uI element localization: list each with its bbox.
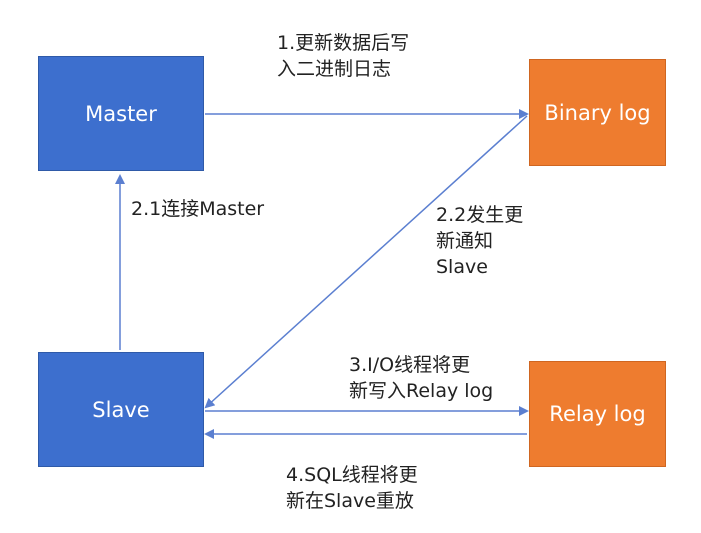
- slave-label: Slave: [92, 397, 150, 422]
- step2-2-line3: Slave: [436, 256, 488, 278]
- step3-label: 3.I/O线程将更 新写入Relay log: [349, 352, 493, 404]
- relay-log-node: Relay log: [529, 361, 666, 467]
- step4-line2: 新在Slave重放: [286, 490, 414, 512]
- step1-line2: 入二进制日志: [277, 58, 392, 80]
- slave-node: Slave: [38, 352, 204, 467]
- step4-line1: 4.SQL线程将更: [286, 464, 418, 486]
- binary-log-label: Binary log: [544, 100, 651, 125]
- step3-line2: 新写入Relay log: [349, 380, 494, 402]
- step4-label: 4.SQL线程将更 新在Slave重放: [286, 462, 418, 514]
- step1-label: 1.更新数据后写 入二进制日志: [277, 30, 409, 82]
- master-label: Master: [85, 101, 157, 126]
- step2-1-label: 2.1连接Master: [131, 196, 264, 222]
- replication-diagram: Master Slave Binary log Relay log 1.更新数据…: [0, 0, 701, 533]
- step2-1-line1: 2.1连接Master: [131, 198, 265, 220]
- step2-2-line2: 新通知: [436, 230, 494, 252]
- master-node: Master: [38, 56, 204, 171]
- relay-log-label: Relay log: [549, 402, 646, 426]
- step3-line1: 3.I/O线程将更: [349, 354, 471, 376]
- step2-2-line1: 2.2发生更: [436, 204, 524, 226]
- step2-2-label: 2.2发生更 新通知 Slave: [436, 202, 523, 280]
- binary-log-node: Binary log: [529, 59, 666, 166]
- step1-line1: 1.更新数据后写: [277, 32, 410, 54]
